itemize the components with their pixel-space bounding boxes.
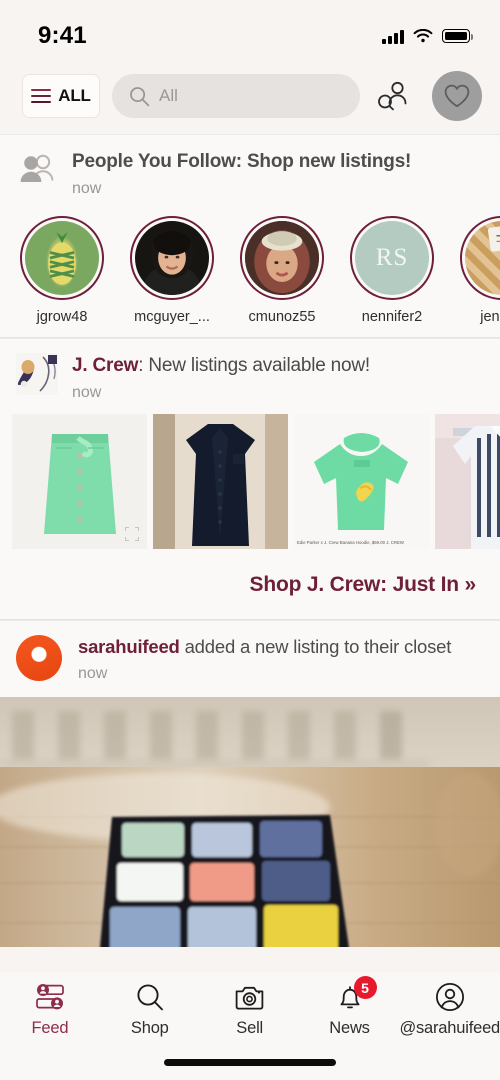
listing-tile[interactable] (153, 413, 288, 549)
card-title: People You Follow: Shop new listings! (72, 151, 412, 172)
wifi-icon (413, 28, 433, 42)
avatar[interactable] (130, 215, 214, 300)
avatar[interactable]: RS (350, 215, 434, 300)
status-indicators (382, 28, 474, 44)
person-username: jgrow48 (36, 308, 88, 325)
tab-label: @sarahuifeed (399, 1019, 500, 1037)
card-header-text: People You Follow: Shop new listings! no… (72, 149, 411, 198)
person-username: nennifer2 (361, 308, 423, 325)
listing-tile[interactable] (12, 413, 147, 549)
camera-icon (234, 982, 265, 1012)
person-username: cmunoz55 (248, 308, 316, 325)
user-post-card: sarahuifeed added a new listing to their… (0, 619, 500, 947)
person-username: mcguyer_... (134, 308, 210, 325)
avatar[interactable] (240, 215, 324, 300)
avatar-image (465, 220, 500, 295)
find-people-button[interactable] (372, 74, 416, 118)
all-button-label: ALL (58, 86, 91, 105)
post-username[interactable]: sarahuifeed (78, 636, 180, 657)
listing-tile[interactable]: Edie Parker x J. Crew Banana Hoodie, $69… (294, 413, 429, 549)
tab-feed[interactable]: Feed (0, 982, 100, 1038)
battery-full-icon (442, 29, 474, 43)
home-indicator (164, 1059, 336, 1066)
news-badge: 5 (353, 976, 377, 999)
tab-label: Shop (130, 1019, 169, 1037)
tab-label: Sell (236, 1019, 263, 1037)
tab-news[interactable]: 5 News (300, 976, 400, 1038)
post-image[interactable] (0, 696, 500, 947)
brand-title-suffix: : New listings available now! (138, 354, 370, 376)
heart-icon (444, 84, 470, 108)
bell-icon: 5 (336, 976, 377, 1012)
search-header: ALL All (0, 58, 500, 134)
status-time: 9:41 (38, 22, 87, 49)
post-action: added a new listing to their closet (179, 635, 452, 657)
find-people-icon (378, 81, 407, 111)
card-header: J. Crew: New listings available now! now (0, 339, 500, 414)
search-icon (130, 86, 150, 106)
post-header-text: sarahuifeed added a new listing to their… (78, 635, 451, 683)
card-title: J. Crew: New listings available now! (72, 354, 370, 378)
avatar[interactable] (460, 215, 500, 300)
people-you-follow-card: People You Follow: Shop new listings! no… (0, 134, 500, 338)
orange-circle-avatar[interactable] (16, 634, 62, 681)
post-title: sarahuifeed added a new listing to their… (78, 635, 451, 659)
tab-profile[interactable]: @sarahuifeed (399, 982, 500, 1038)
brand-name: J. Crew (72, 354, 139, 376)
cellular-signal-icon (382, 29, 404, 44)
card-header-text: J. Crew: New listings available now! now (72, 353, 370, 402)
brand-listing-card: J. Crew: New listings available now! now (0, 337, 500, 620)
avatar-monogram: RS (375, 243, 409, 271)
tab-label: News (329, 1019, 370, 1037)
avatar-image (135, 220, 209, 295)
person-username: jenna_ (480, 308, 500, 325)
listing-watermark: Edie Parker x J. Crew Banana Hoodie, $69… (297, 539, 404, 545)
listing-tile[interactable] (435, 413, 500, 549)
card-header: People You Follow: Shop new listings! no… (0, 135, 500, 210)
search-placeholder: All (159, 86, 178, 105)
person-item[interactable]: cmunoz55 (240, 215, 324, 325)
listing-strip[interactable]: Edie Parker x J. Crew Banana Hoodie, $69… (0, 413, 500, 549)
avatar-image: RS (355, 220, 429, 295)
tab-sell[interactable]: Sell (200, 982, 300, 1038)
person-item[interactable]: mcguyer_... (130, 215, 214, 325)
avatar-image (245, 220, 319, 295)
shop-brand-link[interactable]: Shop J. Crew: Just In » (0, 549, 500, 619)
card-timestamp: now (72, 179, 102, 197)
avatar[interactable] (20, 215, 104, 300)
post-timestamp: now (78, 664, 108, 682)
post-header: sarahuifeed added a new listing to their… (0, 621, 500, 697)
people-carousel[interactable]: jgrow48 mcguyer_... cmunoz55 RS nennifer… (0, 210, 500, 337)
tab-label: Feed (31, 1019, 69, 1037)
likes-button[interactable] (432, 71, 482, 121)
feed-icon (35, 982, 65, 1012)
person-circle-icon (435, 982, 465, 1012)
person-item[interactable]: jenna_ (460, 215, 500, 325)
card-timestamp: now (72, 383, 102, 401)
status-bar: 9:41 (0, 0, 500, 58)
person-item[interactable]: jgrow48 (20, 215, 104, 325)
all-categories-button[interactable]: ALL (22, 74, 100, 118)
two-people-icon (16, 149, 58, 191)
avatar-image (25, 220, 99, 295)
jcrew-shoes-thumbnail[interactable] (16, 352, 58, 395)
tab-shop[interactable]: Shop (100, 982, 200, 1038)
rubiks-cube-photo (0, 696, 500, 947)
search-icon (135, 982, 165, 1012)
bottom-tab-bar: Feed Shop Sell 5 News @sarahuifeed (0, 972, 500, 1080)
person-item[interactable]: RS nennifer2 (350, 215, 434, 325)
expand-icon[interactable] (125, 526, 139, 541)
search-input[interactable]: All (112, 74, 360, 118)
app-screen: 9:41 ALL All People You Follow: Shop new… (0, 0, 500, 1080)
hamburger-menu-icon (31, 88, 52, 104)
